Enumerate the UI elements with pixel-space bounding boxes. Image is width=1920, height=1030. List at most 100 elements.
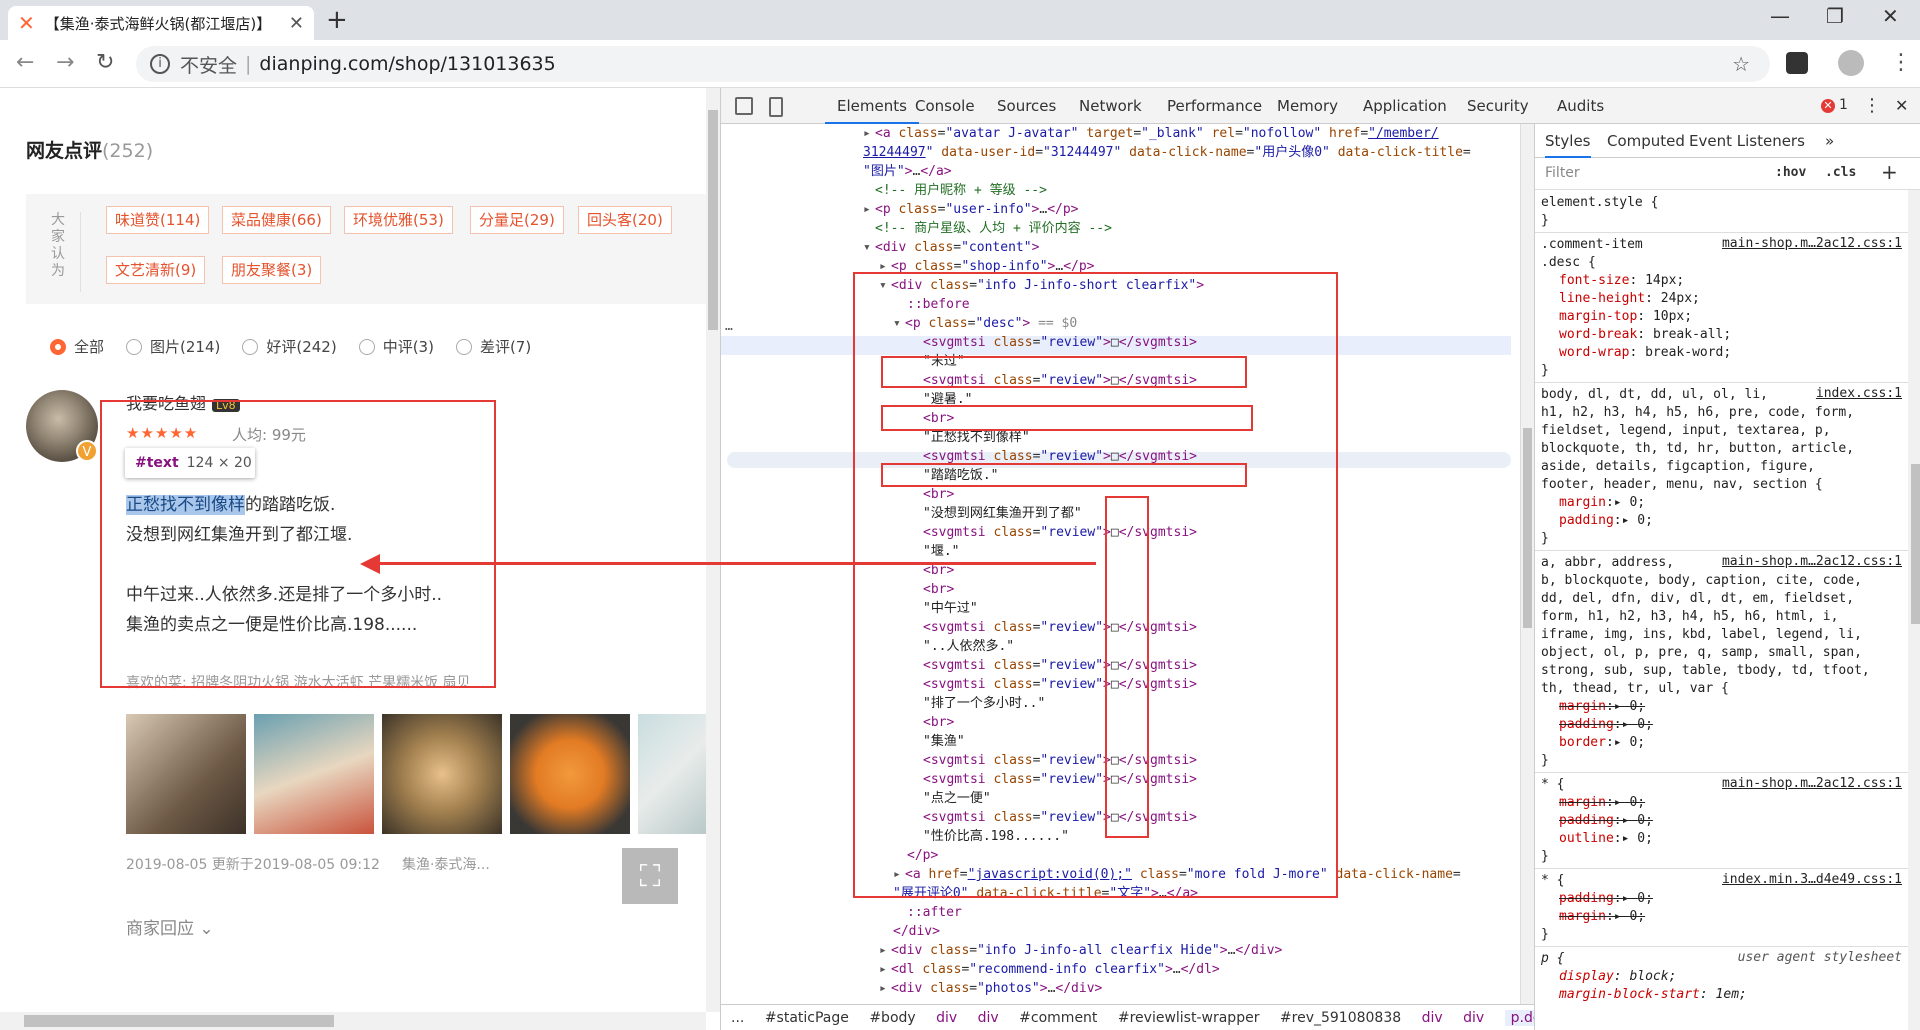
hov-toggle[interactable]: :hov bbox=[1775, 165, 1806, 180]
filter-bad[interactable]: 差评(7) bbox=[455, 336, 531, 357]
tab-performance[interactable]: Performance bbox=[1167, 88, 1262, 124]
extension-icon[interactable] bbox=[1786, 52, 1808, 74]
css-selector[interactable]: .comment-item bbox=[1541, 236, 1643, 254]
breadcrumb-item[interactable]: div bbox=[1463, 1010, 1484, 1026]
css-rule[interactable]: element.style { bbox=[1541, 194, 1658, 212]
tab-memory[interactable]: Memory bbox=[1277, 88, 1338, 124]
merchant-reply-toggle[interactable]: 商家回应 ⌄ bbox=[126, 914, 214, 939]
breadcrumb-item-current[interactable]: p.desc bbox=[1504, 1010, 1534, 1026]
tab-sources[interactable]: Sources bbox=[997, 88, 1056, 124]
css-selector[interactable]: p { bbox=[1541, 950, 1564, 968]
node-actions-icon[interactable]: … bbox=[725, 317, 733, 336]
back-icon[interactable]: ← bbox=[16, 50, 34, 75]
radio-icon[interactable] bbox=[242, 338, 259, 355]
styles-filter-input[interactable]: Filter bbox=[1545, 165, 1580, 181]
tab-console[interactable]: Console bbox=[915, 88, 975, 124]
radio-selected-icon[interactable] bbox=[50, 338, 66, 355]
breadcrumb-item[interactable]: #rev_591080838 bbox=[1280, 1010, 1401, 1026]
filter-all[interactable]: 全部 bbox=[50, 336, 104, 357]
devtools-menu-icon[interactable]: ⋮ bbox=[1863, 88, 1881, 124]
radio-icon[interactable] bbox=[455, 338, 472, 355]
review-photo[interactable] bbox=[254, 714, 374, 834]
breadcrumb-item[interactable]: div bbox=[978, 1010, 999, 1026]
close-window-icon[interactable]: ✕ bbox=[1882, 4, 1899, 28]
breadcrumb-item[interactable]: #body bbox=[869, 1010, 915, 1026]
dom-node[interactable]: ▾ <div class="content"> bbox=[863, 238, 1039, 257]
dom-node[interactable]: ▸ <dl class="recommend-info clearfix">…</… bbox=[879, 960, 1220, 979]
review-photo[interactable] bbox=[126, 714, 246, 834]
tab-computed[interactable]: Computed bbox=[1607, 124, 1685, 158]
add-rule-icon[interactable]: + bbox=[1881, 160, 1898, 184]
review-photo[interactable] bbox=[510, 714, 630, 834]
inspect-element-icon[interactable] bbox=[735, 97, 753, 115]
tag-item[interactable]: 分量足(29) bbox=[470, 206, 564, 234]
page-hscrollbar-thumb[interactable] bbox=[24, 1015, 334, 1027]
radio-icon[interactable] bbox=[126, 338, 143, 355]
dom-node[interactable]: "图片">…</a> bbox=[863, 162, 952, 181]
devtools-close-icon[interactable]: ✕ bbox=[1895, 88, 1908, 124]
radio-icon[interactable] bbox=[358, 338, 375, 355]
qr-code-icon[interactable]: ⛶ bbox=[622, 848, 678, 904]
address-bar[interactable]: i 不安全 | dianping.com/shop/131013635 ☆ bbox=[136, 46, 1770, 82]
breadcrumb-item[interactable]: div bbox=[936, 1010, 957, 1026]
profile-avatar-icon[interactable] bbox=[1838, 50, 1864, 76]
tab-event-listeners[interactable]: Event Listeners bbox=[1689, 124, 1805, 158]
page-scrollbar-thumb[interactable] bbox=[708, 110, 718, 330]
filter-good[interactable]: 好评(242) bbox=[242, 336, 337, 357]
dom-comment[interactable]: <!-- 用户昵称 + 等级 --> bbox=[875, 181, 1047, 200]
more-tabs-icon[interactable]: » bbox=[1825, 124, 1834, 158]
cls-toggle[interactable]: .cls bbox=[1825, 165, 1856, 180]
filter-medium[interactable]: 中评(3) bbox=[358, 336, 434, 357]
dom-comment[interactable]: <!-- 商户星级、人均 + 评价内容 --> bbox=[875, 219, 1112, 238]
review-photo[interactable] bbox=[382, 714, 502, 834]
breadcrumb-item[interactable]: #staticPage bbox=[765, 1010, 849, 1026]
tab-security[interactable]: Security bbox=[1467, 88, 1529, 124]
tag-item[interactable]: 味道赞(114) bbox=[106, 206, 210, 234]
tag-item[interactable]: 环境优雅(53) bbox=[344, 206, 453, 234]
css-source-link[interactable]: index.min.3…d4e49.css:1 bbox=[1722, 872, 1902, 887]
css-selector[interactable]: * { bbox=[1541, 872, 1564, 890]
tab-network[interactable]: Network bbox=[1079, 88, 1142, 124]
breadcrumb-item[interactable]: #comment bbox=[1019, 1010, 1097, 1026]
dom-node[interactable]: ▸ <div class="info J-info-all clearfix Hi… bbox=[879, 941, 1282, 960]
breadcrumb-item[interactable]: ... bbox=[731, 1010, 744, 1026]
css-source-link[interactable]: main-shop.m…2ac12.css:1 bbox=[1722, 236, 1902, 251]
breadcrumb-item[interactable]: #reviewlist-wrapper bbox=[1118, 1010, 1260, 1026]
device-toolbar-icon[interactable] bbox=[769, 97, 783, 117]
forward-icon[interactable]: → bbox=[56, 50, 74, 75]
tab-application[interactable]: Application bbox=[1363, 88, 1447, 124]
dom-node[interactable]: ▸ <p class="user-info">…</p> bbox=[863, 200, 1079, 219]
tag-item[interactable]: 朋友聚餐(3) bbox=[222, 256, 322, 284]
menu-kebab-icon[interactable]: ⋮ bbox=[1890, 50, 1912, 75]
tag-item[interactable]: 文艺清新(9) bbox=[106, 256, 206, 284]
elements-scrollbar-thumb[interactable] bbox=[1523, 428, 1532, 628]
dom-node[interactable]: </div> bbox=[893, 922, 940, 941]
dom-node[interactable]: ▸ <div class="photos">…</div> bbox=[879, 979, 1102, 998]
browser-tab[interactable]: ✕ 【集渔·泰式海鲜火锅(都江堰店)】 ✕ bbox=[8, 6, 314, 40]
tag-item[interactable]: 菜品健康(66) bbox=[222, 206, 331, 234]
dom-pseudo[interactable]: ::after bbox=[907, 903, 962, 922]
info-icon[interactable]: i bbox=[150, 54, 170, 74]
tab-audits[interactable]: Audits bbox=[1557, 88, 1604, 124]
styles-scrollbar-thumb[interactable] bbox=[1911, 464, 1920, 624]
css-source-link[interactable]: main-shop.m…2ac12.css:1 bbox=[1722, 776, 1902, 791]
new-tab-button[interactable]: + bbox=[326, 5, 348, 35]
review-photo[interactable] bbox=[638, 714, 706, 834]
error-counter[interactable]: ✕ 1 bbox=[1821, 97, 1848, 113]
breadcrumb-item[interactable]: div bbox=[1422, 1010, 1443, 1026]
reload-icon[interactable]: ↻ bbox=[96, 50, 114, 75]
tag-item[interactable]: 回头客(20) bbox=[578, 206, 672, 234]
close-tab-icon[interactable]: ✕ bbox=[289, 13, 304, 34]
css-selector[interactable]: body, dl, dt, dd, ul, ol, li, bbox=[1541, 386, 1768, 404]
css-source-link[interactable]: index.css:1 bbox=[1816, 386, 1902, 401]
maximize-icon[interactable]: ❐ bbox=[1826, 4, 1844, 28]
css-source-link[interactable]: main-shop.m…2ac12.css:1 bbox=[1722, 554, 1902, 569]
minimize-icon[interactable]: — bbox=[1770, 4, 1790, 28]
css-selector[interactable]: * { bbox=[1541, 776, 1564, 794]
css-selector[interactable]: a, abbr, address, bbox=[1541, 554, 1674, 572]
tab-elements[interactable]: Elements bbox=[825, 88, 919, 124]
bookmark-star-icon[interactable]: ☆ bbox=[1732, 52, 1750, 76]
dom-node[interactable]: ▸ <a class="avatar J-avatar" target="_bla… bbox=[863, 124, 1439, 143]
tab-styles[interactable]: Styles bbox=[1545, 124, 1591, 158]
filter-photos[interactable]: 图片(214) bbox=[126, 336, 220, 357]
